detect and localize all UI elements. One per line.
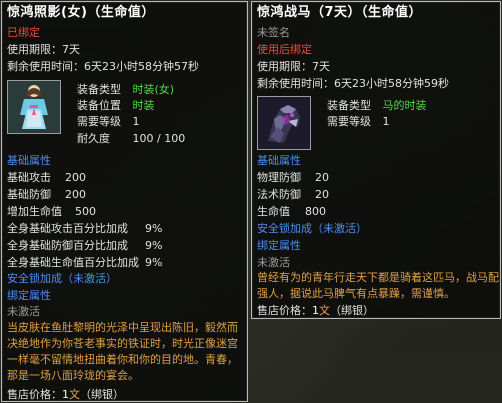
- item-description: 当皮肤在鱼肚黎明的光泽中呈现出陈旧，毅然而决绝地作为你苍老事实的铁证时，时光正像…: [7, 321, 238, 382]
- stat-value: 20: [315, 171, 329, 184]
- equip-pos-value: 时装: [132, 99, 155, 112]
- stat-label: 基础攻击: [7, 171, 51, 184]
- sign-status: 未签名: [257, 26, 290, 39]
- bind-attr-header: 绑定属性: [7, 289, 51, 302]
- durability-value: 100 / 100: [132, 132, 186, 145]
- stat-row: 法术防御 20: [257, 188, 329, 201]
- stat-row: 增加生命值 500: [7, 205, 96, 218]
- equip-type-row: 装备类型 马的时装: [327, 99, 427, 112]
- item-title: 惊鸿照影(女)（生命值）: [7, 5, 155, 20]
- price-amount: 1: [312, 304, 319, 317]
- stat-label: 生命值: [257, 205, 290, 218]
- stat-value: 200: [65, 188, 86, 201]
- stat-row: 全身基础生命值百分比加成 9%: [7, 256, 162, 269]
- price-unit: 文: [319, 304, 330, 317]
- durability-label: 耐久度: [77, 132, 110, 145]
- price-label: 售店价格：: [7, 388, 62, 401]
- level-value: 1: [382, 115, 390, 128]
- stat-value: 9%: [145, 256, 163, 269]
- stat-row: 物理防御 20: [257, 171, 329, 184]
- stat-row: 基础攻击 200: [7, 171, 86, 184]
- equip-type-row: 装备类型 时装(女): [77, 83, 174, 96]
- stat-label: 基础防御: [7, 188, 51, 201]
- horse-item-icon: [257, 96, 311, 150]
- level-row: 需要等级 1: [77, 115, 140, 128]
- expiry-text: 使用期限：7天: [257, 60, 330, 73]
- base-attr-header: 基础属性: [7, 154, 51, 167]
- stat-value: 200: [65, 171, 86, 184]
- stat-value: 800: [305, 205, 326, 218]
- stat-row: 生命值 800: [257, 205, 326, 218]
- safe-lock-status: 安全锁加成（未激活）: [257, 222, 367, 235]
- sell-price-row: 售店价格：1文（绑银）: [257, 304, 374, 317]
- base-attr-header: 基础属性: [257, 154, 301, 167]
- stat-label: 全身基础防御百分比加成: [7, 239, 128, 252]
- level-label: 需要等级: [77, 115, 121, 128]
- equip-type-label: 装备类型: [77, 83, 121, 96]
- item-title: 惊鸿战马（7天）（生命值）: [257, 5, 423, 20]
- sell-price-row: 售店价格：1文（绑银）: [7, 388, 124, 401]
- bind-attr-header: 绑定属性: [257, 239, 301, 252]
- costume-item-icon: [7, 80, 61, 134]
- remaining-time: 剩余使用时间：6天23小时58分钟59秒: [257, 77, 449, 90]
- price-note: （绑银）: [330, 304, 374, 317]
- bind-rule: 使用后绑定: [257, 43, 312, 56]
- safe-lock-status: 安全锁加成（未激活）: [7, 272, 117, 285]
- stat-value: 20: [315, 188, 329, 201]
- remaining-time: 剩余使用时间：6天23小时58分钟57秒: [7, 60, 199, 73]
- level-value: 1: [132, 115, 140, 128]
- stat-label: 法术防御: [257, 188, 301, 201]
- price-amount: 1: [62, 388, 69, 401]
- equip-pos-label: 装备位置: [77, 99, 121, 112]
- level-row: 需要等级 1: [327, 115, 390, 128]
- item-tooltip-mount: 惊鸿战马（7天）（生命值） 未签名 使用后绑定 使用期限：7天 剩余使用时间：6…: [251, 1, 501, 319]
- stat-value: 500: [75, 205, 96, 218]
- equip-type-value: 马的时装: [382, 99, 427, 112]
- stat-value: 9%: [145, 222, 163, 235]
- stat-label: 物理防御: [257, 171, 301, 184]
- item-description: 曾经有为的青年行走天下都是骑着这匹马，战马配强人，据说此马脾气有点暴躁，需谨慎。: [257, 271, 499, 300]
- stat-label: 增加生命值: [7, 205, 62, 218]
- stat-value: 9%: [145, 239, 163, 252]
- stat-row: 全身基础防御百分比加成 9%: [7, 239, 162, 252]
- stat-label: 全身基础攻击百分比加成: [7, 222, 128, 235]
- level-label: 需要等级: [327, 115, 371, 128]
- price-label: 售店价格：: [257, 304, 312, 317]
- equip-pos-row: 装备位置 时装: [77, 99, 155, 112]
- item-tooltip-costume: 惊鸿照影(女)（生命值） 已绑定 使用期限：7天 剩余使用时间：6天23小时58…: [1, 1, 248, 402]
- equip-type-value: 时装(女): [132, 83, 175, 96]
- equip-type-label: 装备类型: [327, 99, 371, 112]
- stat-label: 全身基础生命值百分比加成: [7, 256, 139, 269]
- bind-status: 已绑定: [7, 26, 40, 39]
- bind-attr-status: 未激活: [257, 256, 290, 269]
- stat-row: 基础防御 200: [7, 188, 86, 201]
- bind-attr-status: 未激活: [7, 305, 40, 318]
- durability-row: 耐久度 100 / 100: [77, 132, 185, 145]
- price-unit: 文: [69, 388, 80, 401]
- expiry-text: 使用期限：7天: [7, 43, 80, 56]
- stat-row: 全身基础攻击百分比加成 9%: [7, 222, 162, 235]
- price-note: （绑银）: [80, 388, 124, 401]
